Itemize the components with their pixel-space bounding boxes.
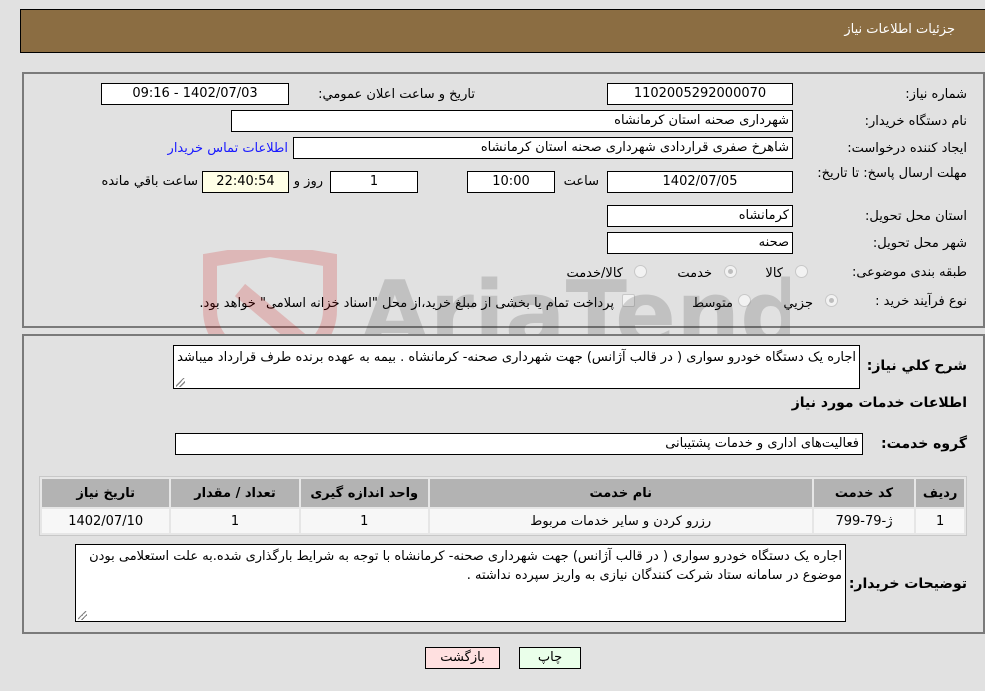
- resize-grip-icon[interactable]: [78, 611, 87, 620]
- col-need-date: تاریخ نیاز: [42, 479, 170, 507]
- buyer-notes-text: اجاره یک دستگاه خودرو سواری ( در قالب آژ…: [89, 549, 842, 583]
- cell-service-name: رزرو کردن و سایر خدمات مربوط: [429, 509, 812, 533]
- treasury-checkbox-label: پرداخت تمام یا بخشی از مبلغ خرید،از محل …: [199, 296, 614, 311]
- treasury-checkbox[interactable]: [622, 294, 635, 307]
- page-header: جزئیات اطلاعات نیاز: [20, 9, 985, 53]
- announce-datetime-label: تاریخ و ساعت اعلان عمومي:: [318, 87, 475, 102]
- requester-field: شاهرخ صفری قراردادی شهرداری صحنه استان ک…: [293, 137, 793, 159]
- page-title: جزئیات اطلاعات نیاز: [844, 22, 955, 37]
- cell-quantity: 1: [171, 509, 299, 533]
- category-label: طبقه بندی موضوعی:: [851, 265, 967, 280]
- col-service-code: کد خدمت: [813, 479, 915, 507]
- deadline-time-field: 10:00: [467, 171, 555, 193]
- purchase-type-radio-medium[interactable]: [738, 294, 751, 307]
- col-unit: واحد اندازه گیری: [300, 479, 428, 507]
- cell-need-date: 1402/07/10: [42, 509, 170, 533]
- category-radio-service[interactable]: [724, 265, 737, 278]
- buyer-contact-link[interactable]: اطلاعات تماس خریدار: [168, 141, 288, 156]
- services-table: ردیف کد خدمت نام خدمت واحد اندازه گیری ت…: [39, 476, 967, 536]
- delivery-province-label: استان محل تحویل:: [865, 209, 967, 224]
- buyer-notes-label: توضیحات خریدار:: [848, 576, 967, 592]
- remaining-days-field: 1: [330, 171, 418, 193]
- buyer-org-label: نام دستگاه خریدار:: [864, 114, 967, 129]
- deadline-date-field: 1402/07/05: [607, 171, 793, 193]
- delivery-city-label: شهر محل تحویل:: [872, 236, 967, 251]
- days-label: روز و: [293, 174, 323, 189]
- col-row-number: ردیف: [916, 479, 964, 507]
- remaining-time-field: 22:40:54: [202, 171, 289, 193]
- table-header-row: ردیف کد خدمت نام خدمت واحد اندازه گیری ت…: [42, 479, 964, 507]
- need-number-field: 1102005292000070: [607, 83, 793, 105]
- cell-unit: 1: [300, 509, 428, 533]
- services-section-title: اطلاعات خدمات مورد نیاز: [791, 395, 967, 411]
- purchase-type-label: نوع فرآیند خرید :: [875, 294, 967, 309]
- deadline-time-label: ساعت: [563, 174, 599, 189]
- resize-grip-icon[interactable]: [176, 378, 185, 387]
- purchase-type-radio-minor[interactable]: [825, 294, 838, 307]
- delivery-province-field: کرمانشاه: [607, 205, 793, 227]
- purchase-type-option-medium: متوسط: [692, 296, 733, 311]
- print-button[interactable]: چاپ: [519, 647, 581, 669]
- need-number-label: شماره نیاز:: [905, 87, 967, 102]
- buyer-org-field: شهرداری صحنه استان کرمانشاه: [231, 110, 793, 132]
- service-group-field: فعالیت‌های اداری و خدمات پشتیبانی: [175, 433, 863, 455]
- category-radio-goods-service[interactable]: [634, 265, 647, 278]
- cell-service-code: ژ-79-799: [813, 509, 915, 533]
- col-quantity: تعداد / مقدار: [171, 479, 299, 507]
- back-button[interactable]: بازگشت: [425, 647, 500, 669]
- category-radio-goods[interactable]: [795, 265, 808, 278]
- remaining-time-label: ساعت باقي مانده: [101, 174, 198, 189]
- category-option-goods-service: کالا/خدمت: [566, 266, 623, 281]
- col-service-name: نام خدمت: [429, 479, 812, 507]
- description-text: اجاره یک دستگاه خودرو سواری ( در قالب آژ…: [177, 350, 856, 365]
- announce-datetime-field: 1402/07/03 - 09:16: [101, 83, 289, 105]
- service-group-label: گروه خدمت:: [881, 436, 967, 452]
- table-row: 1 ژ-79-799 رزرو کردن و سایر خدمات مربوط …: [42, 509, 964, 533]
- deadline-label: مهلت ارسال پاسخ: تا تاریخ:: [817, 166, 967, 181]
- description-label: شرح کلي نیاز:: [866, 358, 967, 374]
- purchase-type-option-minor: جزيي: [783, 296, 813, 311]
- category-option-service: خدمت: [677, 266, 712, 281]
- buyer-notes-textarea[interactable]: اجاره یک دستگاه خودرو سواری ( در قالب آژ…: [75, 544, 846, 622]
- category-option-goods: کالا: [765, 266, 783, 281]
- delivery-city-field: صحنه: [607, 232, 793, 254]
- description-textarea[interactable]: اجاره یک دستگاه خودرو سواری ( در قالب آژ…: [173, 345, 860, 389]
- requester-label: ایجاد کننده درخواست:: [847, 141, 967, 156]
- cell-row-number: 1: [916, 509, 964, 533]
